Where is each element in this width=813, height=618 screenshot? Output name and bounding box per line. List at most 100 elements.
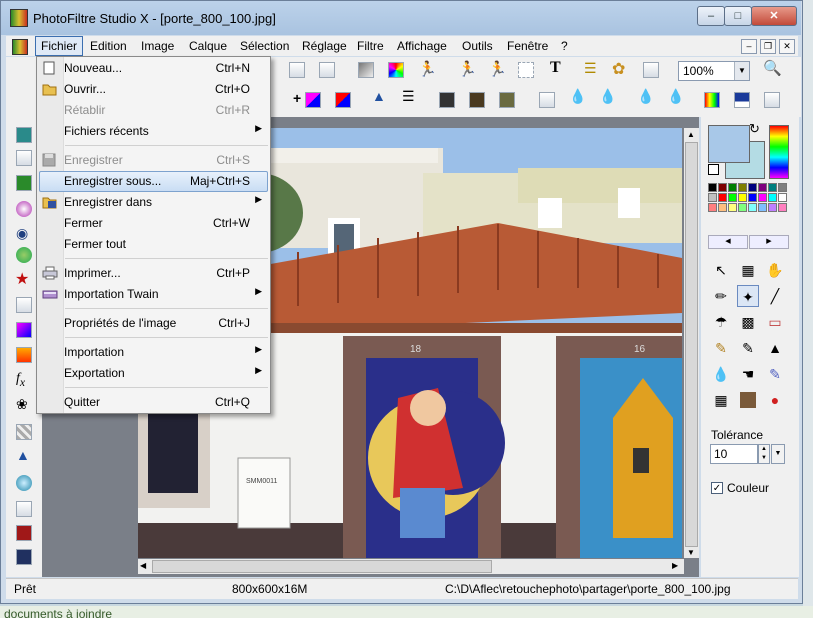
tolerance-input[interactable]: 10 [710, 444, 758, 464]
zoom-select[interactable]: 100% ▼ [678, 61, 750, 81]
save-2000-icon[interactable] [16, 549, 32, 565]
tolerance-dropdown[interactable]: ▼ [771, 444, 785, 464]
ball-icon[interactable] [16, 475, 32, 491]
function-icon[interactable]: fx [16, 371, 25, 389]
scroll-thumb[interactable] [685, 142, 698, 547]
foreground-color-swatch[interactable] [708, 125, 750, 163]
window-icon[interactable] [643, 62, 659, 78]
menu-filtre[interactable]: Filtre [352, 36, 389, 56]
pixel2-icon[interactable] [469, 92, 485, 108]
toolbar-button[interactable] [289, 62, 305, 78]
palette-swatch[interactable] [738, 203, 747, 212]
menu-item-retablir[interactable]: Rétablir Ctrl+R [39, 100, 268, 121]
pointer-tool-icon[interactable]: ↖ [710, 259, 732, 281]
toolbar-button[interactable] [319, 62, 335, 78]
retouch-brush-tool-icon[interactable]: ✎ [764, 363, 786, 385]
scroll-right-icon[interactable]: ▶ [672, 561, 678, 570]
zoom-in-icon[interactable]: 🔍 [763, 59, 782, 77]
reset-colors-icon[interactable] [708, 164, 719, 175]
rainbow-icon[interactable] [704, 92, 720, 108]
texture-icon[interactable] [16, 424, 32, 440]
hand-tool-icon[interactable]: ✋ [764, 259, 786, 281]
flower-icon[interactable]: ✿ [612, 59, 625, 79]
document-icon[interactable] [12, 39, 28, 55]
drop-icon[interactable]: 💧 [569, 88, 586, 105]
plus-icon[interactable]: + [293, 90, 301, 106]
palette-prev-button[interactable]: ◀ [708, 235, 748, 249]
menu-item-exportation[interactable]: Exportation ▶ [39, 363, 268, 384]
palette-swatch[interactable] [748, 183, 757, 192]
tree-icon[interactable]: ☰ [584, 60, 597, 77]
vertical-scrollbar[interactable]: ▲ ▼ [684, 128, 699, 558]
menu-item-importation-twain[interactable]: Importation Twain ▶ [39, 284, 268, 305]
menu-edition[interactable]: Edition [85, 36, 132, 56]
menu-calque[interactable]: Calque [184, 36, 232, 56]
menu-help[interactable]: ? [556, 36, 573, 56]
selection-icon[interactable] [518, 62, 534, 78]
document-page-icon[interactable] [16, 297, 32, 313]
palette-swatch[interactable] [738, 193, 747, 202]
colors-icon[interactable] [388, 62, 404, 78]
globe-icon[interactable] [16, 247, 32, 263]
effect-icon[interactable]: 🏃 [488, 60, 507, 78]
line-tool-icon[interactable]: ╱ [764, 285, 786, 307]
blur-tool-icon[interactable]: 💧 [710, 363, 732, 385]
magic-wand-tool-icon[interactable]: ✦ [737, 285, 759, 307]
film-icon[interactable] [16, 525, 32, 541]
menu-item-nouveau[interactable]: Nouveau... Ctrl+N [39, 58, 268, 79]
palette-swatch[interactable] [758, 183, 767, 192]
palette-swatch[interactable] [718, 183, 727, 192]
menu-item-fichiers-recents[interactable]: Fichiers récents ▶ [39, 121, 268, 142]
palette-swatch[interactable] [748, 203, 757, 212]
text-tool-icon[interactable]: T [550, 59, 561, 77]
monitor-icon[interactable] [734, 92, 750, 108]
doc-minimize-button[interactable]: – [741, 39, 757, 54]
horizontal-scrollbar[interactable]: ◀ ▶ [138, 559, 684, 574]
histogram-icon[interactable]: ▲ [16, 447, 30, 463]
drop3-icon[interactable]: 💧 [637, 88, 654, 105]
color-plus-icon[interactable] [335, 92, 351, 108]
advanced-brush-tool-icon[interactable]: ✎ [737, 337, 759, 359]
bug-icon[interactable] [764, 92, 780, 108]
camera-icon[interactable]: ◉ [16, 225, 28, 242]
palette-swatch[interactable] [778, 193, 787, 202]
menu-item-enregistrer[interactable]: Enregistrer Ctrl+S [39, 150, 268, 171]
palette-swatch[interactable] [748, 193, 757, 202]
palette-swatch[interactable] [708, 193, 717, 202]
palette-swatch[interactable] [728, 183, 737, 192]
menu-item-imprimer[interactable]: Imprimer... Ctrl+P [39, 263, 268, 284]
palette-swatch[interactable] [718, 203, 727, 212]
menu-item-importation[interactable]: Importation ▶ [39, 342, 268, 363]
fill-tool-icon[interactable]: ☂ [710, 311, 732, 333]
menu-image[interactable]: Image [136, 36, 179, 56]
brush-tool-icon[interactable]: ✎ [710, 337, 732, 359]
stamp-tool-icon[interactable]: ▲ [764, 337, 786, 359]
palette-swatch[interactable] [778, 183, 787, 192]
close-button[interactable]: ✕ [751, 6, 797, 26]
gradient-orange-icon[interactable] [16, 347, 32, 363]
sphere-icon[interactable] [16, 201, 32, 217]
drop2-icon[interactable]: 💧 [599, 88, 616, 105]
gradient-icon[interactable] [358, 62, 374, 78]
color-palette[interactable] [708, 183, 788, 219]
palette-swatch[interactable] [728, 193, 737, 202]
menu-item-ouvrir[interactable]: Ouvrir... Ctrl+O [39, 79, 268, 100]
levels-icon[interactable]: ▲ [372, 88, 386, 104]
scroll-up-icon[interactable]: ▲ [687, 130, 695, 139]
scroll-thumb[interactable] [152, 560, 492, 573]
calculator-icon[interactable] [16, 127, 32, 143]
star-icon[interactable]: ★ [15, 269, 29, 289]
scroll-down-icon[interactable]: ▼ [687, 548, 695, 557]
doc-restore-button[interactable]: ❐ [760, 39, 776, 54]
sliders-icon[interactable]: ☰ [402, 88, 415, 105]
page-icon[interactable] [16, 150, 32, 166]
menu-affichage[interactable]: Affichage [392, 36, 452, 56]
menu-item-fermer-tout[interactable]: Fermer tout [39, 234, 268, 255]
color-minus-icon[interactable] [305, 92, 321, 108]
palette-swatch[interactable] [758, 193, 767, 202]
minimize-button[interactable]: – [697, 6, 725, 26]
hue-slider[interactable] [769, 125, 789, 179]
spray-tool-icon[interactable]: ▩ [737, 311, 759, 333]
selection-tool-icon[interactable]: ▦ [737, 259, 759, 281]
pixel3-icon[interactable] [499, 92, 515, 108]
